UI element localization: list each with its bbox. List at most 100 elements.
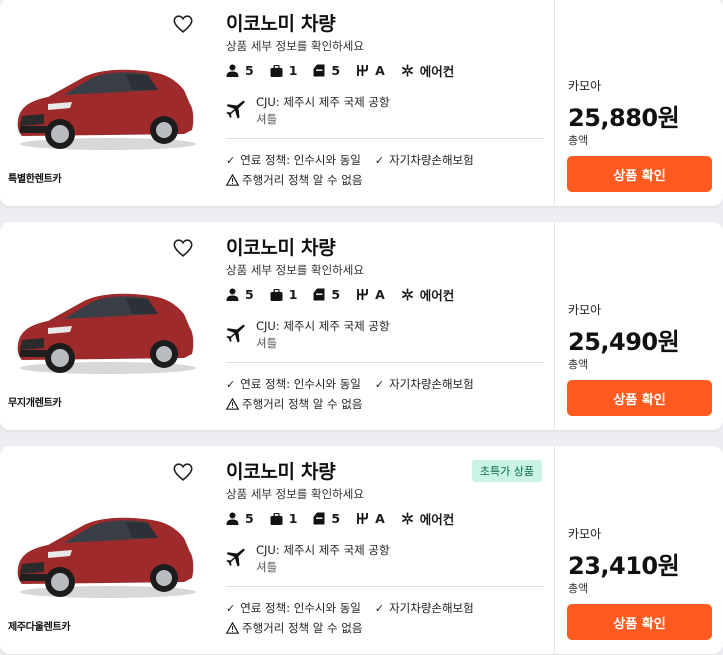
car-image [17, 69, 196, 150]
divider [226, 586, 544, 587]
car-image-area: 특별한렌트카 [0, 0, 212, 206]
policies: ✓ 연료 정책: 인수시와 동일 ✓ 자기차량손해보험 주행거리 정책 알 수 없음 [226, 598, 488, 638]
spec-bags: 1 [270, 63, 297, 78]
snowflake-icon [401, 512, 413, 525]
policies: ✓ 연료 정책: 인수시와 동일 ✓ 자기차량손해보험 주행거리 정책 알 수 없음 [226, 374, 488, 414]
snowflake-icon [401, 64, 413, 77]
pickup-type: 셔틀 [256, 112, 278, 126]
pickup-info: CJU: 제주시 제주 국제 공항 셔틀 [226, 94, 390, 128]
suitcase-icon [270, 288, 283, 301]
view-deal-button[interactable]: 상품 확인 [567, 604, 712, 640]
vendor-name: 카모아 [568, 79, 602, 93]
pickup-location: CJU: 제주시 제주 국제 공항 [256, 319, 390, 333]
car-info: 이코노미 차량 상품 세부 정보를 확인하세요 5 1 5 A 에어컨 CJU:… [226, 0, 544, 206]
spec-transmission: A [356, 287, 385, 302]
warning-icon [226, 622, 239, 634]
pickup-info: CJU: 제주시 제주 국제 공항 셔틀 [226, 542, 390, 576]
car-info: 이코노미 차량 초특가 상품 상품 세부 정보를 확인하세요 5 1 5 A 에… [226, 446, 544, 654]
vendor-name: 카모아 [568, 303, 602, 317]
supplier-logo: 제주다울렌트카 [4, 612, 75, 638]
spec-seats: 5 [226, 511, 254, 526]
airplane-icon [226, 100, 245, 119]
total-price: 23,410원 [568, 552, 680, 580]
suitcase-icon [270, 64, 283, 77]
car-specs: 5 1 5 A 에어컨 [226, 509, 470, 528]
suitcase-icon [270, 512, 283, 525]
mileage-policy: 주행거리 정책 알 수 없음 [226, 396, 362, 412]
car-title: 이코노미 차량 [226, 13, 336, 35]
car-specs: 5 1 5 A 에어컨 [226, 61, 470, 80]
spec-bags: 1 [270, 287, 297, 302]
insurance-policy: ✓ 자기차량손해보험 [374, 377, 474, 391]
car-subtitle[interactable]: 상품 세부 정보를 확인하세요 [226, 262, 364, 278]
insurance-policy: ✓ 자기차량손해보험 [374, 601, 474, 615]
warning-icon [226, 174, 239, 186]
car-image [17, 293, 196, 374]
check-icon: ✓ [374, 601, 385, 615]
car-specs: 5 1 5 A 에어컨 [226, 285, 470, 304]
car-subtitle[interactable]: 상품 세부 정보를 확인하세요 [226, 486, 364, 502]
car-image-area: 무지개렌트카 [0, 222, 212, 430]
vendor-name: 카모아 [568, 527, 602, 541]
door-icon [313, 512, 325, 525]
car-result-card: 특별한렌트카 이코노미 차량 상품 세부 정보를 확인하세요 5 1 5 A 에… [0, 0, 723, 206]
price-area: 카모아 25,490원 총액 상품 확인 [554, 222, 723, 430]
price-label: 총액 [568, 134, 589, 147]
check-icon: ✓ [226, 601, 236, 615]
airplane-icon [226, 548, 245, 567]
spec-transmission: A [356, 511, 385, 526]
person-icon [226, 64, 239, 77]
spec-bags: 1 [270, 511, 297, 526]
price-area: 카모아 25,880원 총액 상품 확인 [554, 0, 723, 206]
mileage-policy: 주행거리 정책 알 수 없음 [226, 172, 362, 188]
gearshift-icon [357, 513, 369, 524]
check-icon: ✓ [374, 377, 385, 391]
car-subtitle[interactable]: 상품 세부 정보를 확인하세요 [226, 38, 364, 54]
policies: ✓ 연료 정책: 인수시와 동일 ✓ 자기차량손해보험 주행거리 정책 알 수 없음 [226, 150, 488, 190]
spec-doors: 5 [313, 511, 340, 526]
price-label: 총액 [568, 358, 589, 371]
heart-icon[interactable] [172, 461, 194, 483]
spec-ac: 에어컨 [401, 509, 454, 528]
fuel-policy: ✓ 연료 정책: 인수시와 동일 [226, 377, 361, 391]
airplane-icon [226, 324, 245, 343]
pickup-info: CJU: 제주시 제주 국제 공항 셔틀 [226, 318, 390, 352]
spec-ac: 에어컨 [401, 285, 454, 304]
person-icon [226, 288, 239, 301]
price-area: 카모아 23,410원 총액 상품 확인 [554, 446, 723, 654]
insurance-policy: ✓ 자기차량손해보험 [374, 153, 474, 167]
door-icon [313, 288, 325, 301]
view-deal-button[interactable]: 상품 확인 [567, 156, 712, 192]
door-icon [313, 64, 325, 77]
spec-seats: 5 [226, 63, 254, 78]
supplier-logo: 무지개렌트카 [4, 388, 66, 414]
check-icon: ✓ [226, 153, 236, 167]
price-label: 총액 [568, 582, 589, 595]
spec-transmission: A [356, 63, 385, 78]
gearshift-icon [357, 65, 369, 76]
divider [226, 362, 544, 363]
pickup-type: 셔틀 [256, 560, 278, 574]
car-image [17, 517, 196, 598]
heart-icon[interactable] [172, 237, 194, 259]
spec-seats: 5 [226, 287, 254, 302]
view-deal-button[interactable]: 상품 확인 [567, 380, 712, 416]
pickup-location: CJU: 제주시 제주 국제 공항 [256, 543, 390, 557]
spec-doors: 5 [313, 63, 340, 78]
car-info: 이코노미 차량 상품 세부 정보를 확인하세요 5 1 5 A 에어컨 CJU:… [226, 222, 544, 430]
divider [226, 138, 544, 139]
gearshift-icon [357, 289, 369, 300]
car-result-card: 무지개렌트카 이코노미 차량 상품 세부 정보를 확인하세요 5 1 5 A 에… [0, 222, 723, 430]
fuel-policy: ✓ 연료 정책: 인수시와 동일 [226, 601, 361, 615]
pickup-location: CJU: 제주시 제주 국제 공항 [256, 95, 390, 109]
mileage-policy: 주행거리 정책 알 수 없음 [226, 620, 362, 636]
total-price: 25,880원 [568, 104, 680, 132]
car-result-card: 제주다울렌트카 이코노미 차량 초특가 상품 상품 세부 정보를 확인하세요 5… [0, 446, 723, 654]
check-icon: ✓ [226, 377, 236, 391]
spec-doors: 5 [313, 287, 340, 302]
spec-ac: 에어컨 [401, 61, 454, 80]
heart-icon[interactable] [172, 13, 194, 35]
snowflake-icon [401, 288, 413, 301]
car-title: 이코노미 차량 [226, 461, 336, 483]
total-price: 25,490원 [568, 328, 680, 356]
